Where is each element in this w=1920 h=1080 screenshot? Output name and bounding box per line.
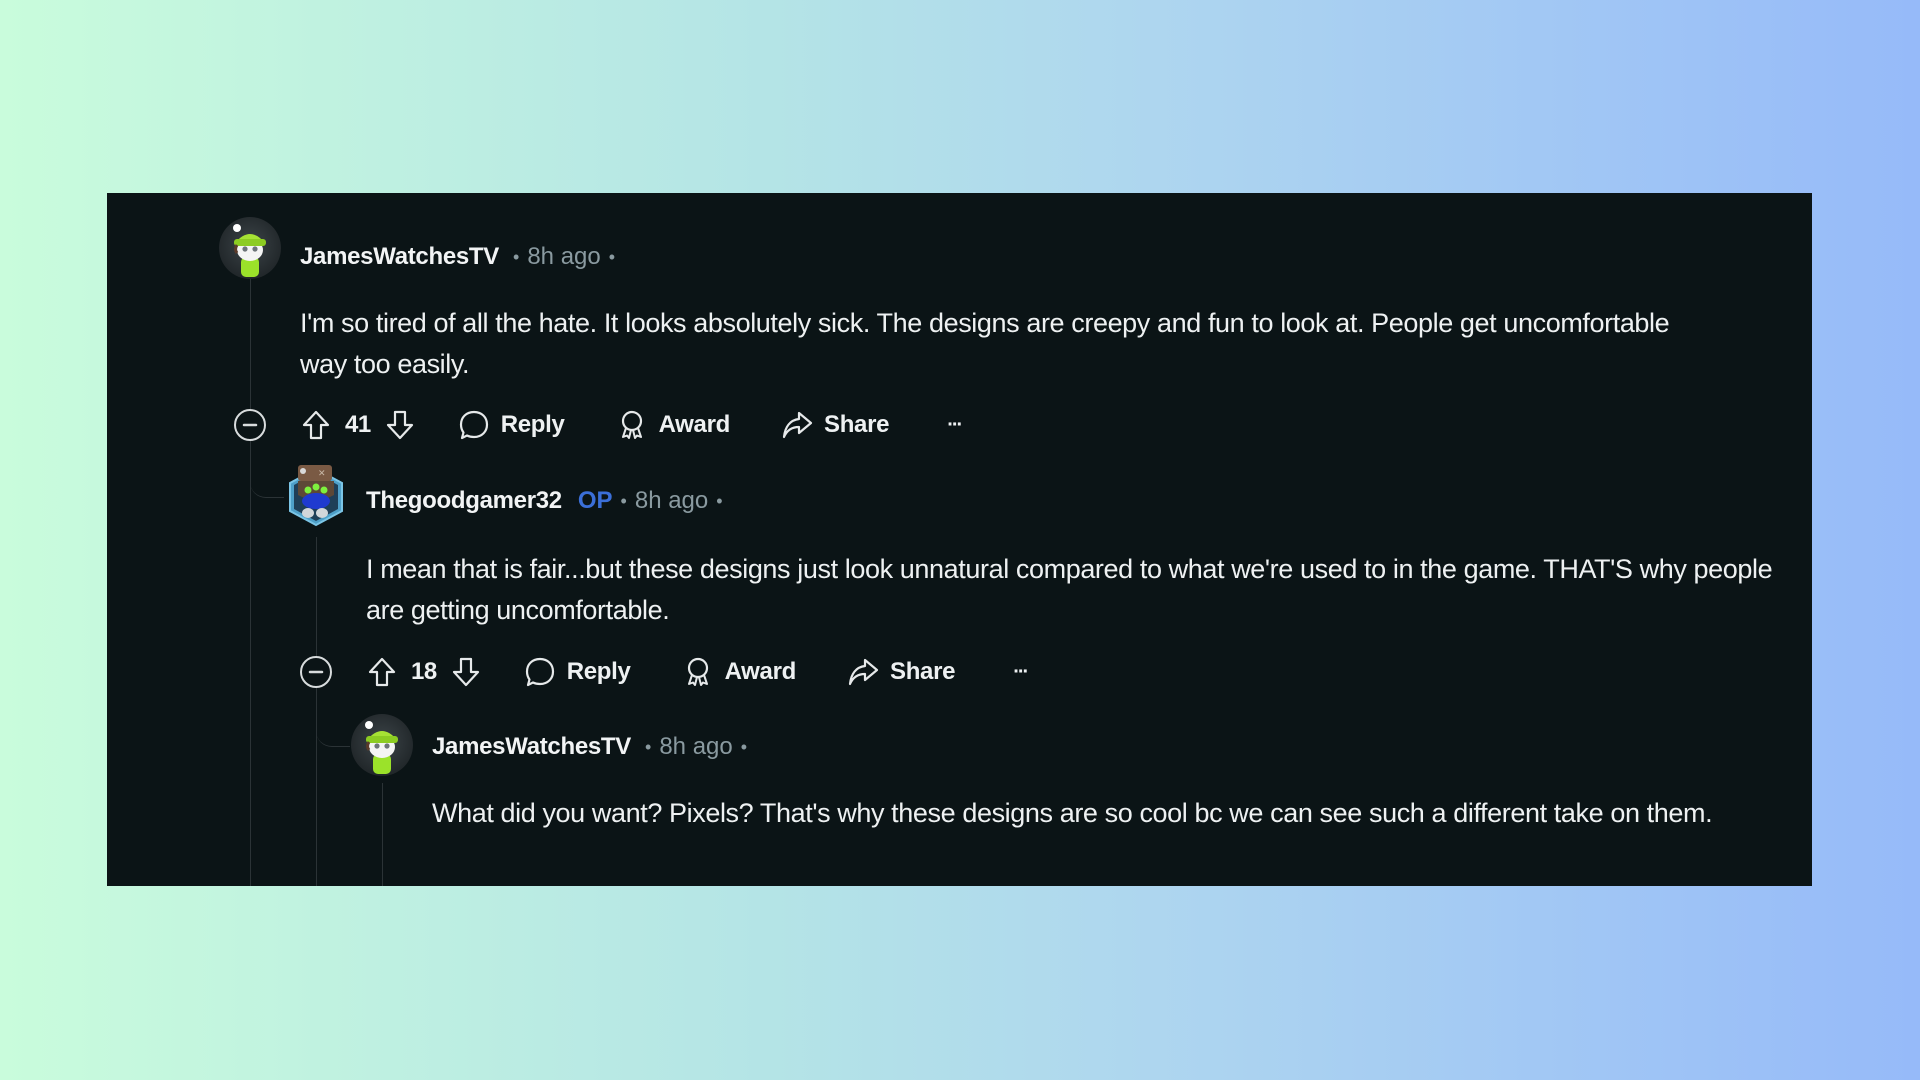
downvote-button[interactable] xyxy=(449,655,483,689)
award-label: Award xyxy=(724,658,797,685)
speech-bubble-icon xyxy=(523,655,557,689)
more-options-button[interactable]: ··· xyxy=(947,413,963,437)
comment-1-username[interactable]: JamesWatchesTV xyxy=(300,242,499,272)
vote-count: 18 xyxy=(411,658,437,685)
more-options-icon: ··· xyxy=(947,413,963,436)
award-button[interactable]: Award xyxy=(681,655,796,689)
comment-3-timestamp[interactable]: 8h ago xyxy=(659,732,732,762)
comment-3-meta: JamesWatchesTV • 8h ago • xyxy=(432,732,755,762)
share-label: Share xyxy=(823,411,890,438)
comment-1-body: I'm so tired of all the hate. It looks a… xyxy=(300,308,1670,379)
comment-1-actions: 41 Reply Award Share ··· xyxy=(299,403,963,447)
upvote-arrow-icon xyxy=(365,655,399,689)
separator-dot: • xyxy=(513,247,520,267)
comment-2-username[interactable]: Thegoodgamer32 xyxy=(366,486,562,516)
op-badge: OP xyxy=(577,487,613,514)
thread-elbow-level-3 xyxy=(316,689,350,747)
comment-2-body: I mean that is fair...but these designs … xyxy=(366,554,1773,625)
comment-1-timestamp[interactable]: 8h ago xyxy=(527,242,600,272)
separator-dot: • xyxy=(740,737,748,757)
upvote-arrow-icon xyxy=(299,408,333,442)
share-arrow-icon xyxy=(846,655,880,689)
vote-count: 41 xyxy=(345,411,371,438)
separator-dot: • xyxy=(645,737,652,757)
share-button[interactable]: Share xyxy=(846,655,956,689)
speech-bubble-icon xyxy=(457,408,491,442)
award-button[interactable]: Award xyxy=(615,408,730,442)
reply-label: Reply xyxy=(566,658,631,685)
upvote-button[interactable] xyxy=(365,655,399,689)
collapse-minus-circle-icon xyxy=(234,409,266,441)
thread-line-level-3[interactable] xyxy=(382,783,383,886)
separator-dot: • xyxy=(608,247,616,267)
separator-dot: • xyxy=(716,491,723,511)
share-label: Share xyxy=(889,658,956,685)
comment-2-actions: 18 Reply Award Share ··· xyxy=(365,650,1029,694)
award-ribbon-icon xyxy=(615,408,649,442)
downvote-arrow-icon xyxy=(383,408,417,442)
separator-dot: • xyxy=(620,491,627,511)
comment-2-timestamp[interactable]: 8h ago xyxy=(635,486,708,516)
more-options-button[interactable]: ··· xyxy=(1013,660,1029,684)
avatar-green-beanie[interactable] xyxy=(351,714,413,776)
comment-1-meta: JamesWatchesTV • 8h ago • xyxy=(300,242,623,272)
collapse-thread-button[interactable] xyxy=(299,655,333,689)
reply-button[interactable]: Reply xyxy=(523,655,631,689)
thread-elbow-level-2 xyxy=(250,453,284,498)
collapse-thread-button[interactable] xyxy=(233,408,267,442)
robot-hexagon-icon: ✕ xyxy=(289,465,343,527)
upvote-button[interactable] xyxy=(299,408,333,442)
more-options-icon: ··· xyxy=(1013,660,1029,683)
collapse-minus-circle-icon xyxy=(300,656,332,688)
downvote-arrow-icon xyxy=(449,655,483,689)
award-ribbon-icon xyxy=(681,655,715,689)
downvote-button[interactable] xyxy=(383,408,417,442)
comment-thread-card: JamesWatchesTV • 8h ago • I'm so tired o… xyxy=(107,193,1812,886)
comment-3-body: What did you want? Pixels? That's why th… xyxy=(432,798,1713,828)
reply-button[interactable]: Reply xyxy=(457,408,565,442)
svg-text:✕: ✕ xyxy=(318,469,326,479)
avatar-green-beanie[interactable] xyxy=(219,217,281,279)
green-beanie-snoo-icon xyxy=(365,721,398,774)
share-button[interactable]: Share xyxy=(780,408,890,442)
comment-2-meta: Thegoodgamer32 OP • 8h ago • xyxy=(366,486,731,516)
share-arrow-icon xyxy=(780,408,814,442)
reply-label: Reply xyxy=(500,411,565,438)
avatar-robot-hexagon[interactable]: ✕ xyxy=(284,461,348,531)
green-beanie-snoo-icon xyxy=(233,224,266,277)
award-label: Award xyxy=(658,411,731,438)
thread-line-level-1[interactable] xyxy=(250,250,251,886)
comment-3-username[interactable]: JamesWatchesTV xyxy=(432,732,631,762)
